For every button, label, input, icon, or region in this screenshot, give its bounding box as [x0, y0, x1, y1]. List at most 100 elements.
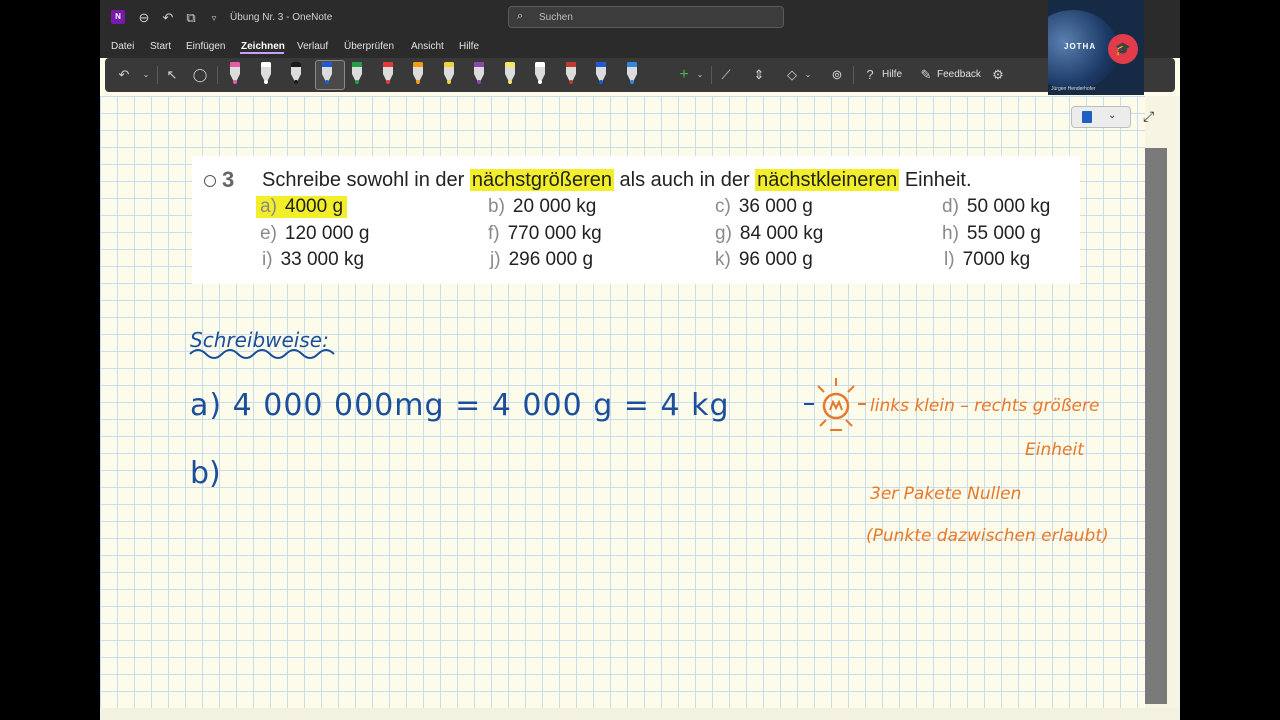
pen-9-icon[interactable]	[471, 62, 487, 86]
exercise-item: i) 33 000 kg	[262, 249, 364, 271]
item-label: k)	[715, 249, 731, 270]
undo-icon[interactable]: ↶	[160, 10, 176, 26]
menu-start[interactable]: Start	[150, 41, 171, 52]
search-input[interactable]: ⌕ Suchen	[508, 6, 784, 28]
exercise-item: c) 36 000 g	[715, 196, 813, 218]
question-highlight: nächstkleineren	[755, 169, 900, 191]
menu-zeichnen[interactable]: Zeichnen	[241, 41, 285, 52]
ribbon-separator	[711, 66, 712, 84]
expand-icon[interactable]: ⤢	[1143, 108, 1154, 125]
question-text: als auch in der	[613, 169, 756, 191]
question-highlight: nächstgrößeren	[469, 169, 614, 191]
exercise-number: 3	[222, 167, 235, 192]
chevron-down-icon: ⌄	[1108, 110, 1117, 121]
item-value: 36 000 g	[738, 196, 813, 217]
item-label: a)	[260, 196, 277, 217]
pen-4-icon[interactable]	[319, 62, 335, 86]
question-text: Einheit.	[899, 169, 972, 191]
settings-icon[interactable]: ⚙	[989, 67, 1007, 83]
webcam-name: Jürgen Henderhofer	[1051, 86, 1096, 92]
item-label: j)	[490, 249, 501, 270]
draw-ribbon: ↶ ⌄ ↖ ◯ + ⌄ ⟋ ⇕ ◇ ⌄ ⊚ ? Hilfe ✎ Feedback…	[105, 58, 1175, 92]
item-value: 84 000 kg	[739, 223, 824, 244]
pen-8-icon[interactable]	[441, 62, 457, 86]
active-tab-indicator	[240, 52, 284, 54]
pen-10-icon[interactable]	[502, 62, 518, 86]
exercise-item: b) 20 000 kg	[488, 196, 596, 218]
item-label: g)	[715, 223, 732, 244]
clipboard-icon[interactable]: ⧉	[183, 10, 199, 26]
notebook-icon	[1082, 111, 1092, 123]
pen-11-icon[interactable]	[532, 62, 548, 86]
exercise-question: Schreibe sowohl in der nächstgrößeren al…	[262, 169, 972, 192]
undo-dropdown-icon[interactable]: ⌄	[137, 67, 155, 83]
item-value: 120 000 g	[284, 223, 370, 244]
ruler-icon[interactable]: ⟋	[717, 67, 735, 83]
back-icon[interactable]: ⊖	[136, 10, 152, 26]
exercise-item: a) 4000 g	[256, 196, 348, 218]
menu-bar: Datei Start Einfügen Zeichnen Verlauf Üb…	[100, 36, 1180, 58]
ink-replay-icon[interactable]: ⊚	[828, 67, 846, 83]
notebook-switcher-button[interactable]: ⌄	[1071, 106, 1131, 128]
search-icon: ⌕	[517, 10, 524, 22]
exercise-item: j) 296 000 g	[490, 249, 593, 271]
item-value: 4000 g	[284, 196, 344, 217]
webcam-brand-logo: JOTHA	[1064, 42, 1097, 51]
pen-3-icon[interactable]	[288, 62, 304, 86]
graduation-cap-icon: 🎓	[1108, 34, 1138, 64]
pen-5-icon[interactable]	[349, 62, 365, 86]
menu-verlauf[interactable]: Verlauf	[297, 41, 328, 52]
vertical-scrollbar[interactable]	[1145, 148, 1167, 704]
feedback-button[interactable]: Feedback	[937, 69, 981, 80]
feedback-icon[interactable]: ✎	[917, 67, 935, 83]
pen-14-icon[interactable]	[624, 62, 640, 86]
undo-icon[interactable]: ↶	[115, 67, 133, 83]
window-title: Übung Nr. 3 - OneNote	[230, 12, 333, 23]
ink-note-3: 3er Pakete Nullen	[870, 484, 1022, 504]
title-bar: N ⊖ ↶ ⧉ ▿ Übung Nr. 3 - OneNote ⌕ Suchen	[100, 0, 1180, 36]
item-label: c)	[715, 196, 731, 217]
menu-ansicht[interactable]: Ansicht	[411, 41, 444, 52]
item-label: f)	[488, 223, 500, 244]
ink-note-4: (Punkte dazwischen erlaubt)	[866, 526, 1109, 546]
item-label: h)	[942, 223, 959, 244]
item-value: 7000 kg	[962, 249, 1031, 270]
ink-line-a: a) 4 000 000mg = 4 000 g = 4 kg	[190, 388, 730, 423]
help-icon[interactable]: ?	[861, 67, 879, 83]
item-value: 20 000 kg	[512, 196, 597, 217]
menu-einfuegen[interactable]: Einfügen	[186, 41, 225, 52]
pen-12-icon[interactable]	[563, 62, 579, 86]
menu-hilfe[interactable]: Hilfe	[459, 41, 479, 52]
exercise-item: f) 770 000 kg	[488, 223, 602, 245]
help-button[interactable]: Hilfe	[882, 69, 902, 80]
exercise-item: e) 120 000 g	[260, 223, 369, 245]
item-value: 770 000 kg	[507, 223, 602, 244]
select-icon[interactable]: ↖	[163, 67, 181, 83]
item-label: d)	[942, 196, 959, 217]
item-value: 296 000 g	[508, 249, 594, 270]
exercise-image: 3 Schreibe sowohl in der nächstgrößeren …	[192, 156, 1080, 284]
onenote-logo-icon: N	[111, 10, 125, 24]
insert-space-icon[interactable]: ⇕	[750, 67, 768, 83]
pen-2-icon[interactable]	[258, 62, 274, 86]
ribbon-separator	[157, 66, 158, 84]
item-label: e)	[260, 223, 277, 244]
exercise-item: l) 7000 kg	[944, 249, 1030, 271]
item-value: 33 000 kg	[280, 249, 365, 270]
menu-datei[interactable]: Datei	[111, 41, 134, 52]
pen-7-icon[interactable]	[410, 62, 426, 86]
pen-6-icon[interactable]	[380, 62, 396, 86]
item-value: 50 000 kg	[966, 196, 1051, 217]
shapes-dropdown-icon[interactable]: ⌄	[799, 67, 817, 83]
bottom-strip	[100, 708, 1180, 720]
add-pen-dropdown-icon[interactable]: ⌄	[691, 67, 709, 83]
item-label: l)	[944, 249, 955, 270]
pen-13-icon[interactable]	[593, 62, 609, 86]
pen-1-icon[interactable]	[227, 62, 243, 86]
ink-underline-wave	[189, 349, 335, 359]
exercise-item: k) 96 000 g	[715, 249, 813, 271]
quick-access-dropdown-icon[interactable]: ▿	[206, 10, 222, 26]
menu-ueberpruefen[interactable]: Überprüfen	[344, 41, 394, 52]
lasso-icon[interactable]: ◯	[191, 67, 209, 83]
item-label: b)	[488, 196, 505, 217]
